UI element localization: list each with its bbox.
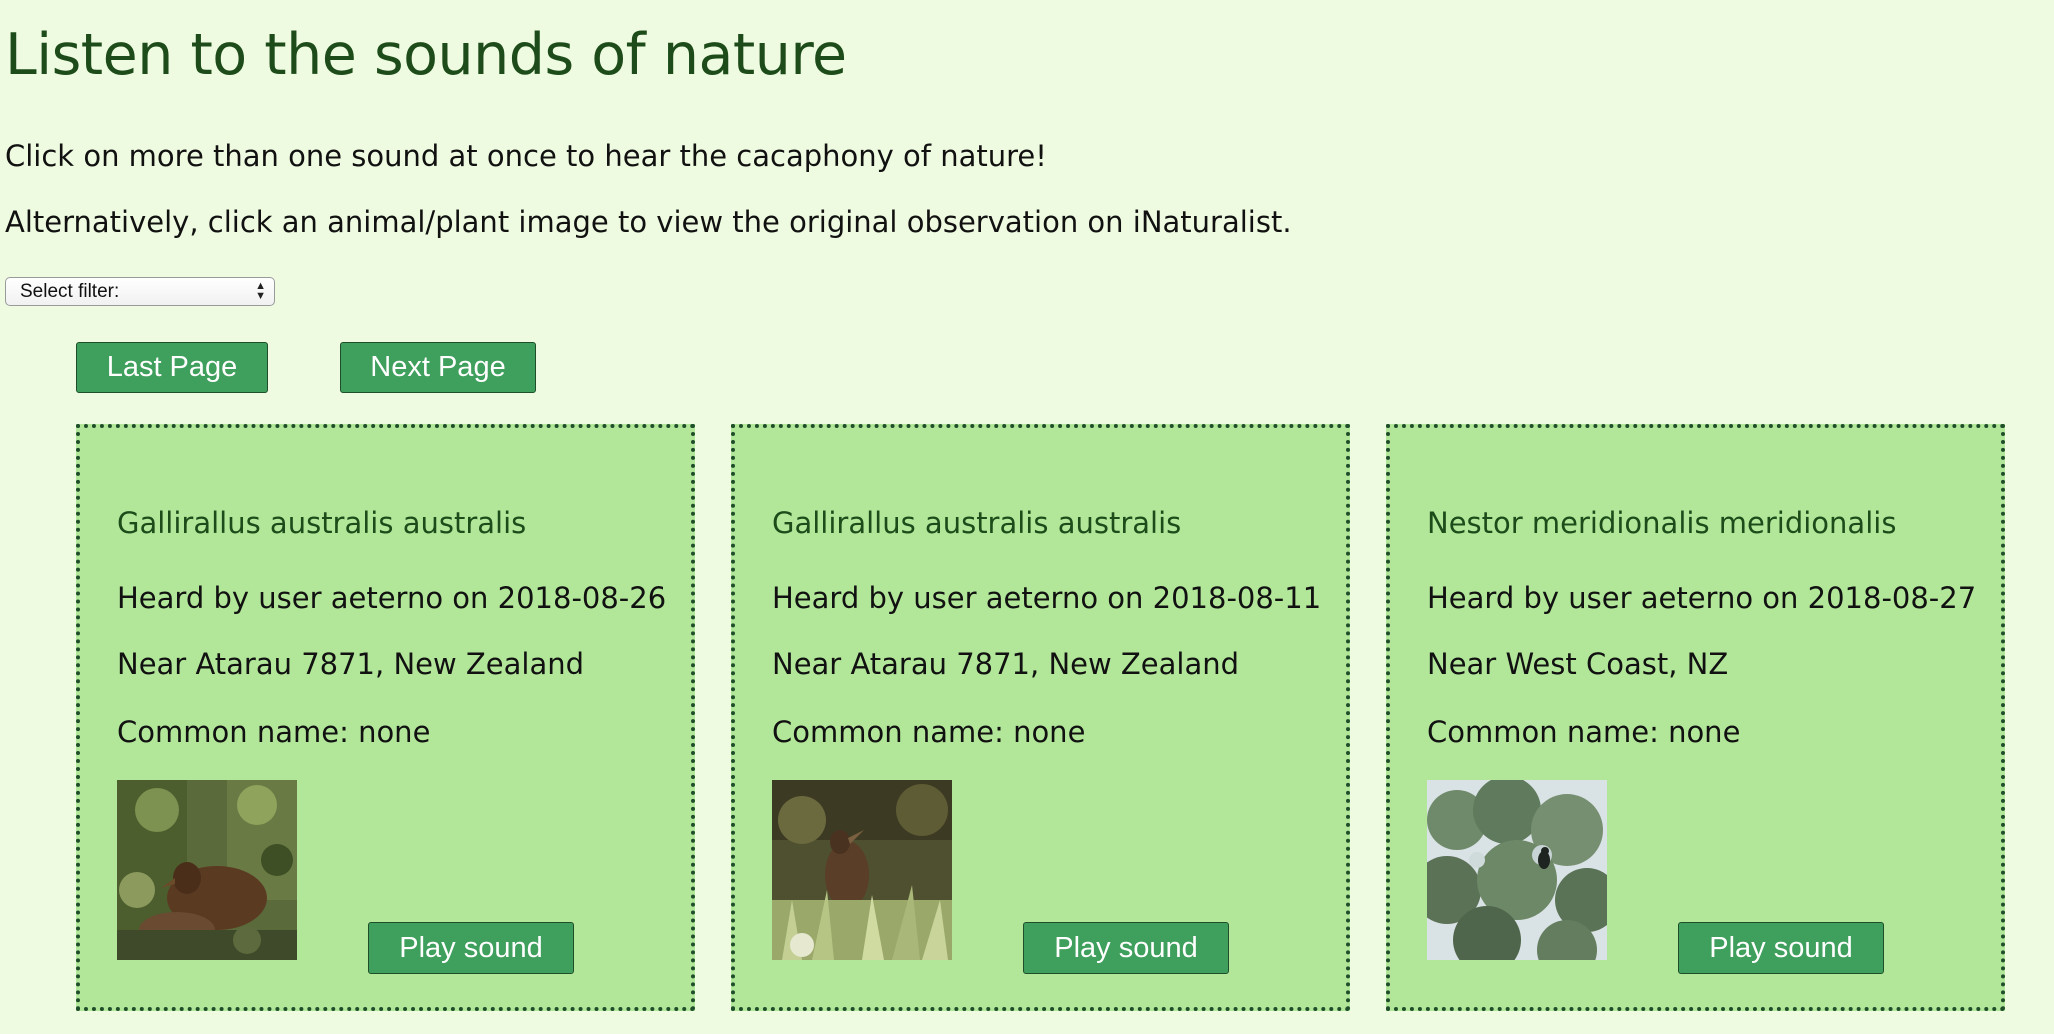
play-sound-button[interactable]: Play sound xyxy=(1678,922,1884,974)
observation-image[interactable] xyxy=(1427,780,1607,960)
weka-bird-photo-icon xyxy=(117,780,297,960)
species-name: Gallirallus australis australis xyxy=(117,506,527,540)
heard-by-text: Heard by user aeterno on 2018-08-11 xyxy=(772,581,1322,615)
play-sound-button[interactable]: Play sound xyxy=(368,922,574,974)
filter-select[interactable]: Select filter: ▲ ▼ xyxy=(5,277,275,306)
heard-by-text: Heard by user aeterno on 2018-08-27 xyxy=(1427,581,1977,615)
page-title: Listen to the sounds of nature xyxy=(5,22,847,88)
location-text: Near West Coast, NZ xyxy=(1427,647,1729,681)
common-name-text: Common name: none xyxy=(1427,715,1741,749)
intro-text: Click on more than one sound at once to … xyxy=(5,139,1047,173)
species-name: Gallirallus australis australis xyxy=(772,506,1182,540)
last-page-button[interactable]: Last Page xyxy=(76,342,268,393)
observation-card: Gallirallus australis australis Heard by… xyxy=(731,424,1350,1011)
common-name-text: Common name: none xyxy=(117,715,431,749)
weka-bird-photo-icon xyxy=(772,780,952,960)
filter-select-value: Select filter: xyxy=(20,280,120,302)
common-name-text: Common name: none xyxy=(772,715,1086,749)
observation-image[interactable] xyxy=(772,780,952,960)
location-text: Near Atarau 7871, New Zealand xyxy=(772,647,1240,681)
location-text: Near Atarau 7871, New Zealand xyxy=(117,647,585,681)
next-page-button[interactable]: Next Page xyxy=(340,342,536,393)
species-name: Nestor meridionalis meridionalis xyxy=(1427,506,1897,540)
observation-card: Nestor meridionalis meridionalis Heard b… xyxy=(1386,424,2005,1011)
observation-card: Gallirallus australis australis Heard by… xyxy=(76,424,695,1011)
play-sound-button[interactable]: Play sound xyxy=(1023,922,1229,974)
heard-by-text: Heard by user aeterno on 2018-08-26 xyxy=(117,581,667,615)
observation-image[interactable] xyxy=(117,780,297,960)
select-arrows-icon: ▲ ▼ xyxy=(255,280,266,302)
intro-text-inaturalist: Alternatively, click an animal/plant ima… xyxy=(5,205,1292,239)
kaka-tree-photo-icon xyxy=(1427,780,1607,960)
